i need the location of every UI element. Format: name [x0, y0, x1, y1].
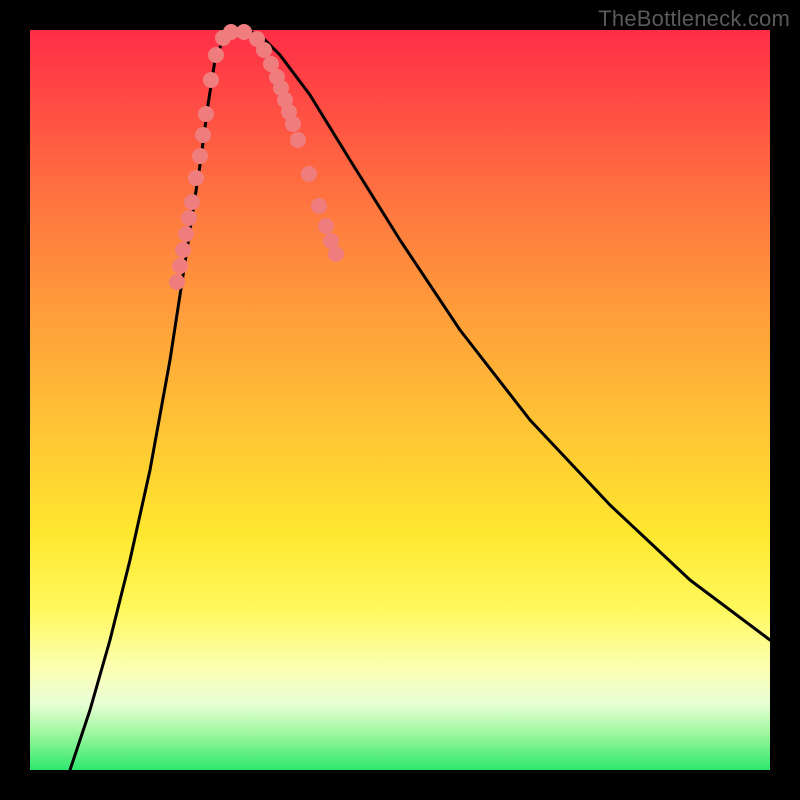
bottleneck-curve [70, 30, 770, 770]
chart-plot-area [30, 30, 770, 770]
highlight-dots [169, 24, 344, 290]
highlight-dot [175, 242, 191, 258]
chart-frame: TheBottleneck.com [0, 0, 800, 800]
highlight-dot [256, 42, 272, 58]
highlight-dot [188, 170, 204, 186]
watermark-text: TheBottleneck.com [598, 6, 790, 32]
highlight-dot [208, 47, 224, 63]
highlight-dot [178, 226, 194, 242]
highlight-dot [169, 274, 185, 290]
highlight-dot [301, 166, 317, 182]
highlight-dot [285, 116, 301, 132]
highlight-dot [290, 132, 306, 148]
chart-svg [30, 30, 770, 770]
highlight-dot [192, 148, 208, 164]
highlight-dot [172, 258, 188, 274]
highlight-dot [195, 127, 211, 143]
highlight-dot [311, 198, 327, 214]
highlight-dot [198, 106, 214, 122]
highlight-dot [203, 72, 219, 88]
highlight-dot [328, 246, 344, 262]
highlight-dot [318, 218, 334, 234]
highlight-dot [181, 210, 197, 226]
highlight-dot [184, 194, 200, 210]
